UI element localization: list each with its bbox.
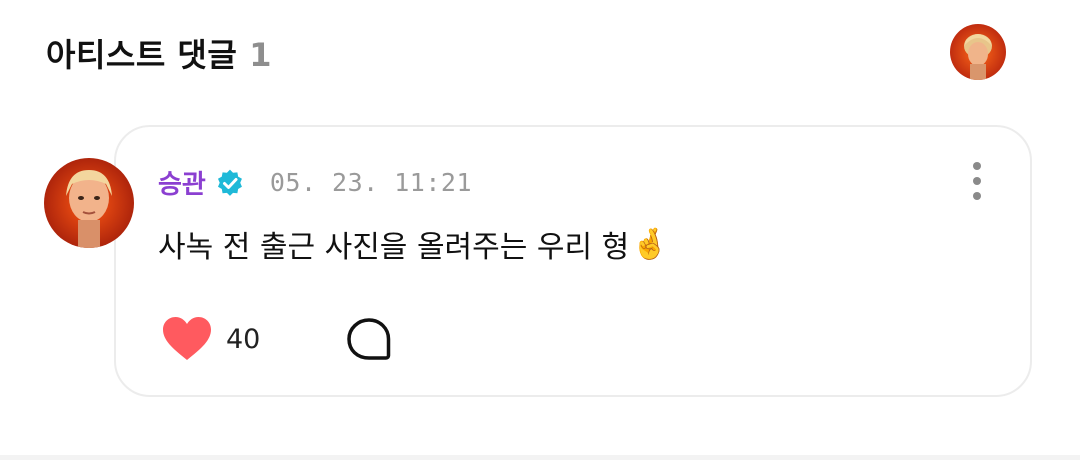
section-title-text: 아티스트 댓글 [46,36,238,74]
avatar-image [44,158,134,248]
like-button[interactable]: 40 [162,316,260,362]
more-vertical-icon-dot [973,177,981,185]
avatar-image [950,24,1006,80]
reply-button[interactable] [346,317,392,363]
artist-comments-section: 아티스트 댓글 1 승관 05. 23. 11:21 사녹 전 출근 사진을 올… [0,0,1080,460]
more-vertical-icon-dot [973,192,981,200]
like-count: 40 [226,323,261,355]
more-vertical-icon-dot [973,162,981,170]
section-divider [0,455,1080,460]
comment-body: 사녹 전 출근 사진을 올려주는 우리 형 🤞 [158,222,669,266]
comment-author-avatar[interactable] [44,158,134,248]
comment-count: 1 [249,36,273,74]
verified-badge-icon [217,169,242,196]
crossed-fingers-emoji: 🤞 [631,226,669,262]
comment-text: 사녹 전 출근 사진을 올려주는 우리 형 [158,230,630,265]
speech-bubble-icon [347,318,391,360]
heart-icon [163,317,211,360]
more-options-button[interactable] [966,162,988,200]
author-name[interactable]: 승관 [158,164,206,201]
header-avatar[interactable] [950,24,1006,80]
comment-meta: 승관 05. 23. 11:21 [158,164,472,201]
comment-timestamp: 05. 23. 11:21 [269,168,473,197]
section-title: 아티스트 댓글 1 [46,30,272,76]
